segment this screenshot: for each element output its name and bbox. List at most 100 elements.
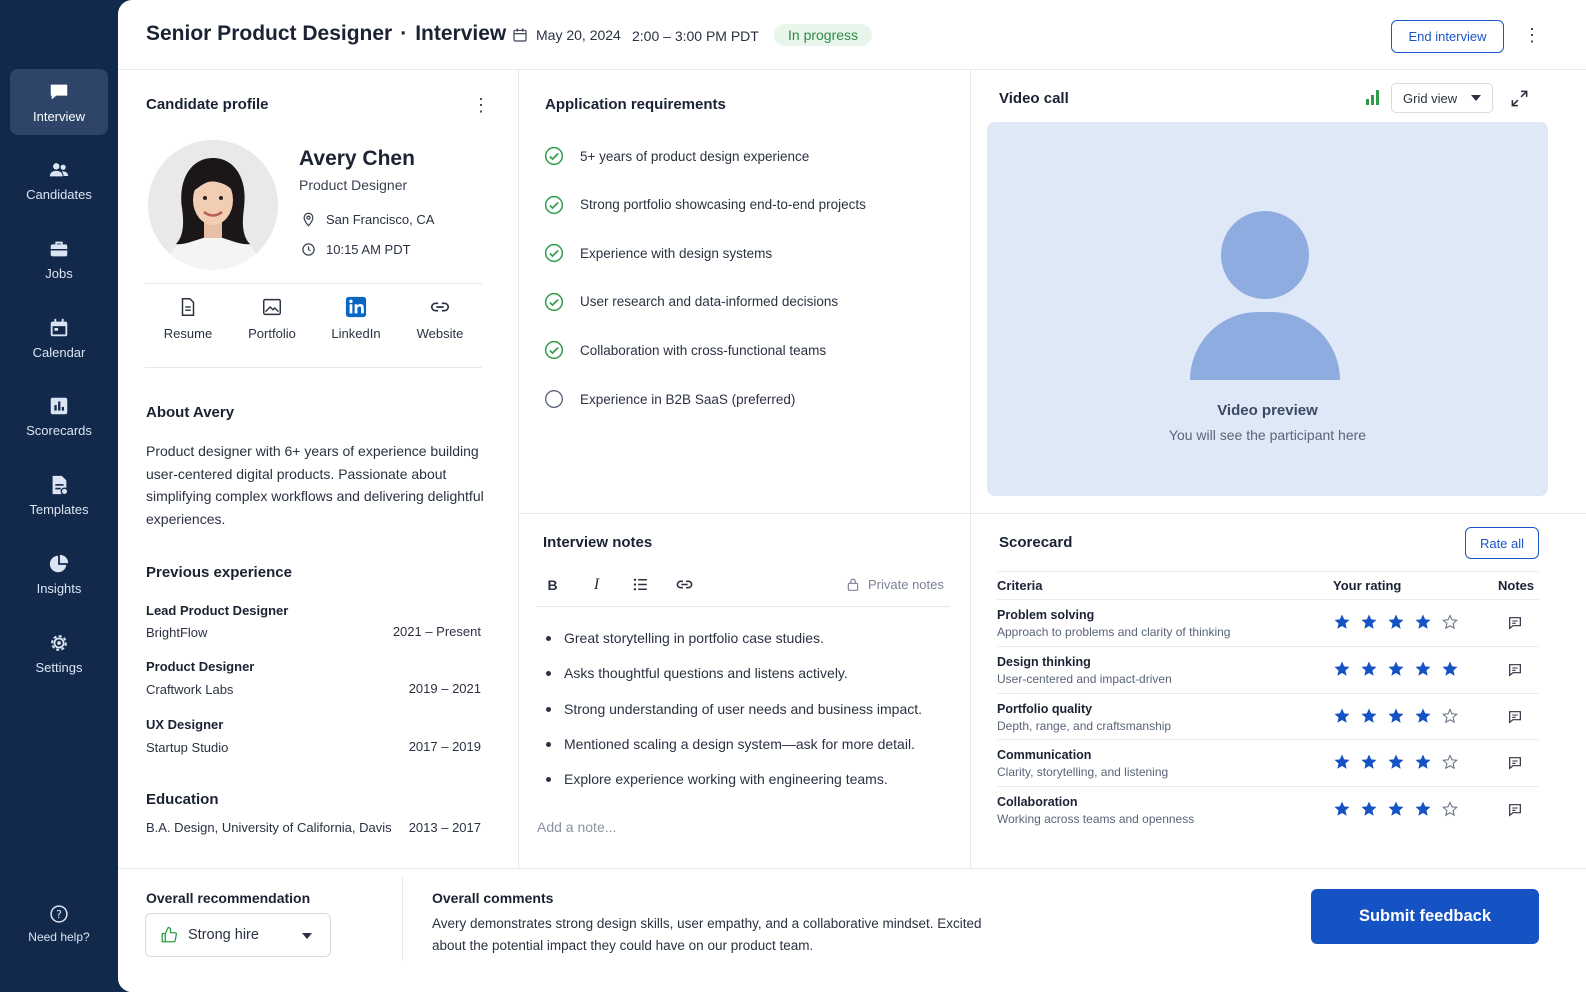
briefcase-icon bbox=[50, 241, 68, 256]
interview-time: 2:00 – 3:00 PM PDT bbox=[632, 28, 759, 44]
star-filled-icon[interactable] bbox=[1414, 660, 1432, 678]
star-filled-icon[interactable] bbox=[1387, 800, 1405, 818]
more-options-icon[interactable]: ⋮ bbox=[1523, 26, 1541, 44]
add-note-input[interactable]: Add a note... bbox=[537, 819, 616, 835]
help-button[interactable]: ? Need help? bbox=[10, 904, 108, 944]
criteria-description: Working across teams and openness bbox=[997, 812, 1195, 827]
star-filled-icon[interactable] bbox=[1387, 613, 1405, 631]
nav-item-jobs[interactable]: Jobs bbox=[10, 226, 108, 292]
check-circle-icon bbox=[544, 195, 564, 214]
star-rating[interactable] bbox=[1333, 753, 1459, 771]
requirement-item: Strong portfolio showcasing end-to-end p… bbox=[544, 195, 866, 215]
divider bbox=[537, 606, 950, 607]
profile-more-icon[interactable]: ⋮ bbox=[472, 96, 490, 114]
comment-icon[interactable] bbox=[1507, 709, 1523, 725]
nav-label: Candidates bbox=[26, 186, 92, 202]
star-filled-icon[interactable] bbox=[1414, 800, 1432, 818]
note-item: Strong understanding of user needs and b… bbox=[546, 701, 946, 736]
sidebar: Interview Candidates Jobs Calendar Score… bbox=[0, 0, 118, 992]
link-icon[interactable] bbox=[675, 575, 694, 594]
rate-all-button[interactable]: Rate all bbox=[1465, 527, 1539, 559]
bullet-list-icon[interactable] bbox=[631, 575, 650, 594]
comments-text[interactable]: Avery demonstrates strong design skills,… bbox=[432, 913, 992, 956]
nav-item-templates[interactable]: Templates bbox=[10, 462, 108, 528]
interview-date: May 20, 2024 bbox=[512, 27, 621, 43]
nav-item-scorecards[interactable]: Scorecards bbox=[10, 383, 108, 449]
link-label: Resume bbox=[163, 326, 213, 341]
experience-years: 2017 – 2019 bbox=[408, 739, 481, 754]
comments-label: Overall comments bbox=[432, 890, 554, 906]
comment-icon[interactable] bbox=[1507, 615, 1523, 631]
notes-list[interactable]: Great storytelling in portfolio case stu… bbox=[546, 630, 946, 806]
star-filled-icon[interactable] bbox=[1387, 753, 1405, 771]
nav-label: Insights bbox=[36, 580, 82, 596]
scorecard-row: Design thinking User-centered and impact-… bbox=[997, 645, 1539, 693]
linkedin-icon bbox=[345, 296, 367, 318]
comment-icon[interactable] bbox=[1507, 755, 1523, 771]
requirement-label: Experience in B2B SaaS (preferred) bbox=[580, 391, 796, 407]
nav-item-insights[interactable]: Insights bbox=[10, 541, 108, 607]
requirements-title: Application requirements bbox=[545, 96, 726, 113]
star-filled-icon[interactable] bbox=[1333, 660, 1351, 678]
star-filled-icon[interactable] bbox=[1360, 707, 1378, 725]
star-empty-icon[interactable] bbox=[1441, 613, 1459, 631]
criteria-description: Approach to problems and clarity of thin… bbox=[997, 625, 1231, 639]
check-circle-icon bbox=[544, 146, 564, 166]
rating-header: Your rating bbox=[1333, 578, 1402, 593]
requirement-item: Experience in B2B SaaS (preferred) bbox=[544, 389, 795, 409]
comment-icon[interactable] bbox=[1507, 802, 1523, 818]
star-empty-icon[interactable] bbox=[1441, 800, 1459, 818]
chat-icon bbox=[50, 84, 68, 99]
nav-item-calendar[interactable]: Calendar bbox=[10, 305, 108, 371]
end-interview-button[interactable]: End interview bbox=[1391, 20, 1504, 53]
star-filled-icon[interactable] bbox=[1414, 613, 1432, 631]
star-filled-icon[interactable] bbox=[1360, 753, 1378, 771]
star-filled-icon[interactable] bbox=[1333, 707, 1351, 725]
star-empty-icon[interactable] bbox=[1441, 753, 1459, 771]
status-badge: In progress bbox=[774, 24, 873, 46]
experience-years: 2021 – Present bbox=[392, 624, 481, 639]
star-filled-icon[interactable] bbox=[1360, 800, 1378, 818]
portfolio-link[interactable]: Portfolio bbox=[232, 296, 312, 341]
resume-link[interactable]: Resume bbox=[148, 296, 228, 341]
submit-feedback-button[interactable]: Submit feedback bbox=[1311, 889, 1539, 944]
expand-icon[interactable] bbox=[1510, 89, 1529, 108]
participant-placeholder-head bbox=[1221, 211, 1309, 299]
notes-header: Notes bbox=[1498, 578, 1535, 593]
star-empty-icon[interactable] bbox=[1441, 707, 1459, 725]
star-filled-icon[interactable] bbox=[1414, 753, 1432, 771]
comment-icon[interactable] bbox=[1507, 662, 1523, 678]
criteria-name: Communication bbox=[997, 748, 1092, 763]
star-rating[interactable] bbox=[1333, 800, 1459, 818]
nav-item-settings[interactable]: Settings bbox=[10, 620, 108, 686]
star-filled-icon[interactable] bbox=[1360, 613, 1378, 631]
star-filled-icon[interactable] bbox=[1333, 613, 1351, 631]
view-dropdown[interactable]: Grid view bbox=[1391, 83, 1493, 113]
nav-item-interview[interactable]: Interview bbox=[10, 69, 108, 135]
star-filled-icon[interactable] bbox=[1387, 660, 1405, 678]
criteria-name: Design thinking bbox=[997, 654, 1091, 669]
star-filled-icon[interactable] bbox=[1360, 660, 1378, 678]
education-years: 2013 – 2017 bbox=[408, 820, 481, 835]
star-rating[interactable] bbox=[1333, 707, 1459, 725]
check-circle-icon bbox=[544, 341, 564, 360]
star-filled-icon[interactable] bbox=[1333, 800, 1351, 818]
star-filled-icon[interactable] bbox=[1387, 707, 1405, 725]
experience-company: Craftwork Labs bbox=[146, 682, 234, 697]
star-filled-icon[interactable] bbox=[1333, 753, 1351, 771]
education-degree: B.A. Design, University of California, D… bbox=[146, 820, 392, 835]
star-filled-icon[interactable] bbox=[1414, 707, 1432, 725]
star-rating[interactable] bbox=[1333, 660, 1459, 678]
experience-role: Product Designer bbox=[146, 659, 255, 674]
bold-icon[interactable]: B bbox=[543, 575, 562, 594]
experience-role: UX Designer bbox=[146, 717, 224, 732]
italic-icon[interactable]: I bbox=[587, 575, 606, 594]
local-time-text: 10:15 AM PDT bbox=[326, 242, 411, 257]
linkedin-link[interactable]: LinkedIn bbox=[316, 296, 396, 341]
recommendation-dropdown[interactable]: Strong hire bbox=[145, 913, 331, 957]
star-rating[interactable] bbox=[1333, 613, 1459, 631]
star-filled-icon[interactable] bbox=[1441, 660, 1459, 678]
website-link[interactable]: Website bbox=[400, 296, 480, 341]
nav-item-candidates[interactable]: Candidates bbox=[10, 147, 108, 213]
scorecard-row: Communication Clarity, storytelling, and … bbox=[997, 739, 1539, 786]
